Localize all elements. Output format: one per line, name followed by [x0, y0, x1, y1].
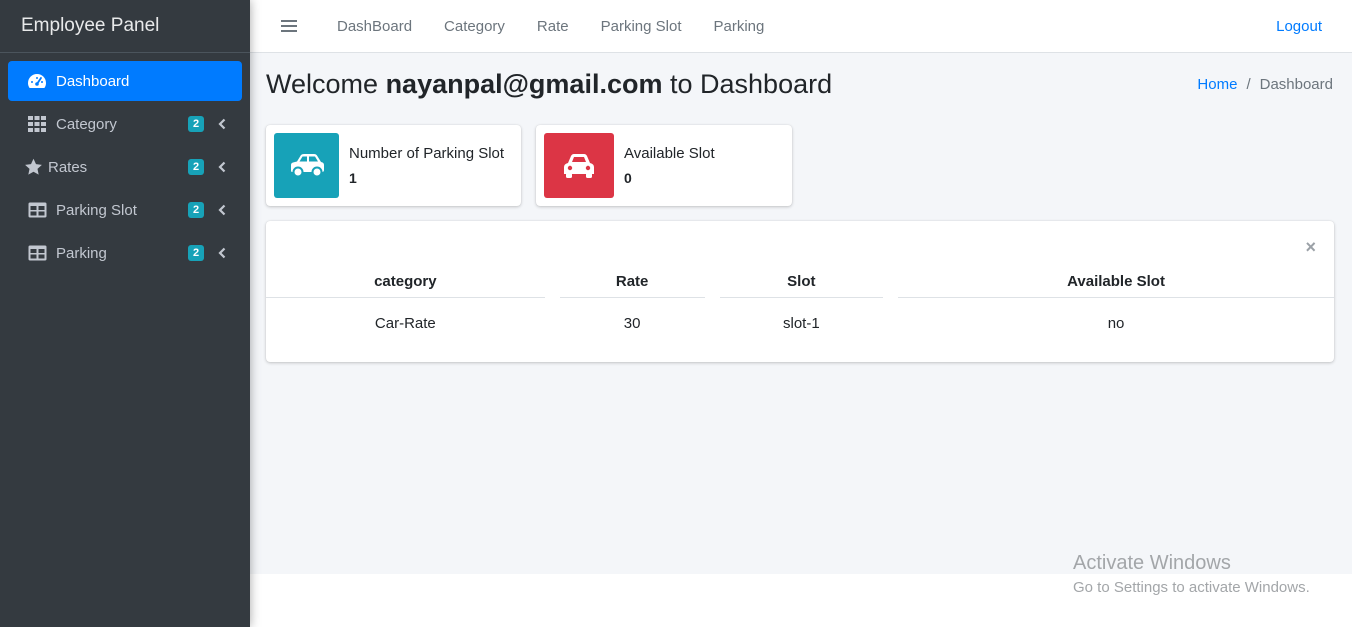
info-value: 0 — [624, 170, 632, 186]
nav-link-dashboard[interactable]: DashBoard — [321, 18, 428, 35]
main-content: Welcome nayanpal@gmail.com to Dashboard … — [250, 53, 1352, 574]
watermark-subtitle: Go to Settings to activate Windows. — [1073, 579, 1310, 596]
tachometer-icon — [26, 72, 48, 90]
count-badge: 2 — [188, 202, 204, 218]
table-cell: slot-1 — [782, 314, 820, 332]
watermark-title: Activate Windows — [1073, 552, 1231, 574]
sidebar-item-label: Dashboard — [56, 72, 130, 90]
car-front-icon — [544, 133, 614, 198]
breadcrumb-home[interactable]: Home — [1197, 76, 1237, 93]
count-badge: 2 — [188, 159, 204, 175]
sidebar-item-label: Rates — [48, 158, 88, 176]
sidebar-item-category[interactable]: Category 2 — [8, 104, 242, 144]
car-side-icon — [274, 133, 339, 198]
table-icon — [26, 201, 48, 219]
breadcrumb-current: Dashboard — [1259, 76, 1333, 93]
count-badge: 2 — [188, 245, 204, 261]
page-title: Welcome nayanpal@gmail.com to Dashboard — [266, 69, 832, 100]
brand[interactable]: Employee Panel — [0, 0, 250, 53]
column-header-category: category — [266, 265, 545, 298]
info-box-available-slots: Available Slot 0 — [536, 125, 792, 206]
breadcrumb: Home / Dashboard — [1197, 76, 1333, 93]
column-header-available-slot: Available Slot — [898, 265, 1334, 298]
info-title: Number of Parking Slot — [349, 145, 505, 162]
info-box-parking-slots: Number of Parking Slot 1 — [266, 125, 521, 206]
info-text: Number of Parking Slot 1 — [349, 145, 504, 186]
star-icon — [22, 158, 44, 176]
table-icon — [26, 244, 48, 262]
activate-windows-watermark: Activate Windows Go to Settings to activ… — [1073, 552, 1310, 596]
chevron-left-icon — [218, 161, 226, 173]
nav-link-parking-slot[interactable]: Parking Slot — [585, 18, 698, 35]
summary-card: × category Rate Slot Available Slot Car-… — [266, 221, 1334, 362]
nav-link-category[interactable]: Category — [428, 18, 521, 35]
table-row: Car-Rate 30 slot-1 no — [266, 298, 1334, 348]
info-text: Available Slot 0 — [624, 145, 715, 186]
table-cell: 30 — [623, 314, 641, 332]
sidebar: Employee Panel Dashboard Category 2 Rate… — [0, 0, 250, 627]
info-title: Available Slot — [624, 145, 715, 162]
sidebar-item-label: Category — [56, 115, 117, 133]
nav-link-parking[interactable]: Parking — [697, 18, 780, 35]
table-header-row: category Rate Slot Available Slot — [266, 265, 1334, 298]
breadcrumb-separator: / — [1246, 76, 1251, 93]
sidebar-item-rates[interactable]: Rates 2 — [8, 147, 242, 187]
summary-table: category Rate Slot Available Slot Car-Ra… — [251, 265, 1349, 348]
sidebar-item-label: Parking Slot — [56, 201, 137, 219]
count-badge: 2 — [188, 116, 204, 132]
nav-link-rate[interactable]: Rate — [521, 18, 585, 35]
brand-title: Employee Panel — [21, 15, 160, 36]
welcome-suffix: to Dashboard — [670, 69, 833, 99]
user-email: nayanpal@gmail.com — [385, 69, 663, 99]
close-icon[interactable]: × — [1305, 237, 1316, 258]
sidebar-item-parking[interactable]: Parking 2 — [8, 233, 242, 273]
column-header-slot: Slot — [719, 265, 884, 298]
chevron-left-icon — [218, 247, 226, 259]
welcome-prefix: Welcome — [266, 69, 379, 99]
table-cell: no — [1107, 314, 1125, 332]
grid-icon — [26, 115, 48, 133]
top-navbar: DashBoard Category Rate Parking Slot Par… — [250, 0, 1352, 53]
menu-toggle-icon[interactable] — [281, 20, 297, 32]
sidebar-item-label: Parking — [56, 244, 107, 262]
sidebar-item-parking-slot[interactable]: Parking Slot 2 — [8, 190, 242, 230]
chevron-left-icon — [218, 204, 226, 216]
chevron-left-icon — [218, 118, 226, 130]
column-header-rate: Rate — [559, 265, 705, 298]
info-value: 1 — [349, 170, 357, 186]
table-cell: Car-Rate — [374, 314, 436, 332]
sidebar-nav: Dashboard Category 2 Rates 2 Parking Slo… — [0, 53, 250, 284]
content-header: Welcome nayanpal@gmail.com to Dashboard … — [266, 69, 1333, 100]
sidebar-item-dashboard[interactable]: Dashboard — [8, 61, 242, 101]
logout-link[interactable]: Logout — [1276, 18, 1322, 35]
